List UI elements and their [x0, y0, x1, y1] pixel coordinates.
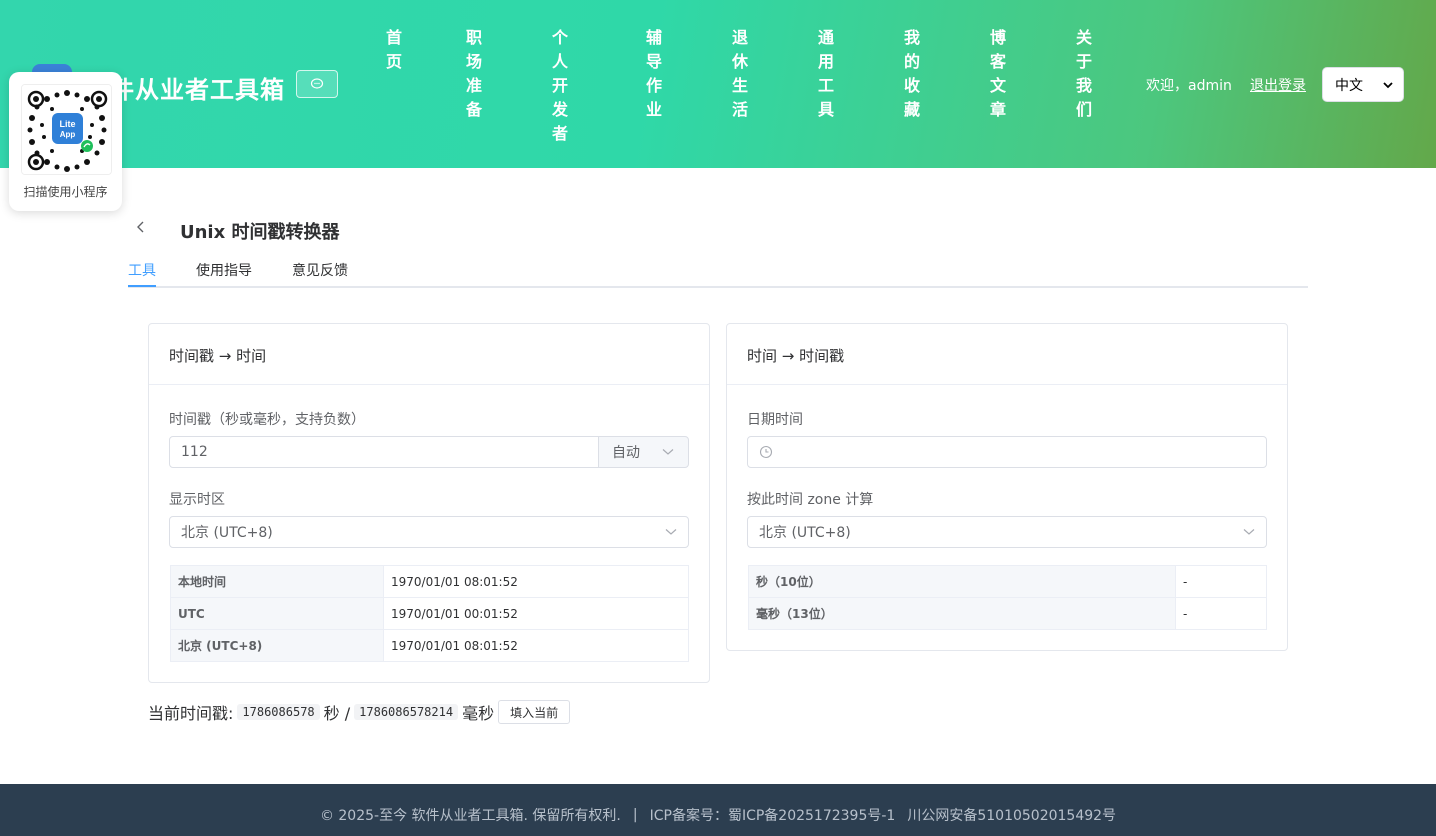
back-icon[interactable]	[136, 219, 152, 237]
footer-separator: |	[632, 807, 638, 823]
datetime-label: 日期时间	[747, 412, 803, 428]
row-key: 毫秒（13位）	[748, 597, 1176, 630]
unit-select[interactable]: 自动	[598, 436, 689, 468]
qr-badge-line1: Lite	[59, 119, 75, 129]
result-table: 秒（10位） - 毫秒（13位） -	[748, 565, 1267, 630]
footer-police-link[interactable]: 川公网安备51010502015492号	[907, 805, 1116, 825]
qr-code-image: Lite App	[21, 84, 112, 175]
current-seconds: 1786086578	[237, 704, 320, 720]
nav-blog[interactable]: 博客文章	[989, 26, 1007, 122]
chat-bubble-icon	[310, 78, 324, 89]
result-table: 本地时间 1970/01/01 08:01:52 UTC 1970/01/01 …	[170, 565, 689, 662]
chevron-down-icon	[662, 449, 674, 455]
table-row: UTC 1970/01/01 00:01:52	[170, 597, 689, 630]
calc-timezone-value: 北京 (UTC+8)	[759, 525, 851, 541]
qr-caption: 扫描使用小程序	[23, 185, 108, 199]
nav-home[interactable]: 首页	[385, 26, 403, 74]
seconds-unit: 秒 /	[323, 704, 351, 723]
row-value: -	[1175, 565, 1267, 598]
nav-about[interactable]: 关于我们	[1075, 26, 1093, 122]
time-to-timestamp-card: 时间 → 时间戳 日期时间 按此时间 zone 计算 北京 (UTC+8) 秒（…	[726, 323, 1288, 651]
site-title[interactable]: 件从业者工具箱	[110, 70, 285, 105]
row-key: 秒（10位）	[748, 565, 1176, 598]
mini-program-qr-card: Lite App 扫描使用小程序	[9, 72, 122, 211]
current-timestamp-label: 当前时间戳:	[148, 704, 234, 723]
table-row: 毫秒（13位） -	[748, 597, 1267, 630]
nav-tools[interactable]: 通用工具	[817, 26, 835, 122]
chevron-down-icon	[1383, 81, 1393, 88]
chevron-down-icon	[665, 529, 677, 535]
page-title: Unix 时间戳转换器	[180, 222, 340, 243]
top-header: 件从业者工具箱 首页 职场准备 个人开发者 辅导作业 退休生活 通用工具 我的收…	[0, 0, 1436, 168]
calc-timezone-label: 按此时间 zone 计算	[747, 492, 874, 508]
row-key: 本地时间	[170, 565, 384, 598]
logout-link[interactable]: 退出登录	[1250, 75, 1306, 95]
footer-icp-link[interactable]: ICP备案号：蜀ICP备2025172395号-1	[650, 805, 896, 825]
row-value: -	[1175, 597, 1267, 630]
table-row: 北京 (UTC+8) 1970/01/01 08:01:52	[170, 629, 689, 662]
unit-select-value: 自动	[612, 445, 640, 461]
chat-button[interactable]	[296, 70, 338, 98]
datetime-picker[interactable]	[747, 436, 1267, 468]
tab-bar: 工具 使用指导 意见反馈	[128, 258, 1308, 288]
timezone-select[interactable]: 北京 (UTC+8)	[169, 516, 689, 548]
tab-feedback[interactable]: 意见反馈	[292, 260, 348, 280]
chevron-down-icon	[1243, 529, 1255, 535]
site-footer: © 2025-至今 软件从业者工具箱. 保留所有权利. | ICP备案号：蜀IC…	[0, 784, 1436, 836]
card-title: 时间戳 → 时间	[149, 324, 709, 385]
language-select[interactable]: 中文	[1322, 67, 1404, 102]
tab-guide[interactable]: 使用指导	[196, 260, 252, 280]
timestamp-input[interactable]: 112	[169, 436, 599, 468]
language-value: 中文	[1335, 77, 1363, 94]
row-key: 北京 (UTC+8)	[170, 629, 384, 662]
card-title: 时间 → 时间戳	[727, 324, 1287, 385]
row-value: 1970/01/01 08:01:52	[383, 629, 689, 662]
clock-icon	[759, 445, 773, 459]
active-tab-indicator	[128, 285, 156, 287]
nav-favorites[interactable]: 我的收藏	[903, 26, 921, 122]
timestamp-value: 112	[181, 444, 208, 460]
millis-unit: 毫秒	[462, 704, 495, 723]
nav-homework[interactable]: 辅导作业	[645, 26, 663, 122]
nav-retirement[interactable]: 退休生活	[731, 26, 749, 122]
table-row: 本地时间 1970/01/01 08:01:52	[170, 565, 689, 598]
row-key: UTC	[170, 597, 384, 630]
timezone-label: 显示时区	[169, 492, 225, 508]
timezone-value: 北京 (UTC+8)	[181, 525, 273, 541]
calc-timezone-select[interactable]: 北京 (UTC+8)	[747, 516, 1267, 548]
qr-badge-line2: App	[60, 130, 76, 139]
table-row: 秒（10位） -	[748, 565, 1267, 598]
nav-indie-dev[interactable]: 个人开发者	[551, 26, 569, 146]
tab-tool[interactable]: 工具	[128, 260, 156, 280]
row-value: 1970/01/01 08:01:52	[383, 565, 689, 598]
welcome-text: 欢迎，admin	[1146, 78, 1232, 94]
nav-career[interactable]: 职场准备	[465, 26, 483, 122]
footer-copyright: © 2025-至今 软件从业者工具箱. 保留所有权利.	[319, 808, 621, 824]
fill-current-button[interactable]: 填入当前	[498, 700, 571, 724]
timestamp-to-time-card: 时间戳 → 时间 时间戳（秒或毫秒，支持负数） 112 自动 显示时区 北京 (…	[148, 323, 710, 683]
row-value: 1970/01/01 00:01:52	[383, 597, 689, 630]
current-millis: 1786086578214	[354, 704, 459, 720]
current-timestamp-row: 当前时间戳: 1786086578 秒 / 1786086578214 毫秒 填…	[148, 700, 571, 724]
timestamp-label: 时间戳（秒或毫秒，支持负数）	[169, 412, 365, 428]
